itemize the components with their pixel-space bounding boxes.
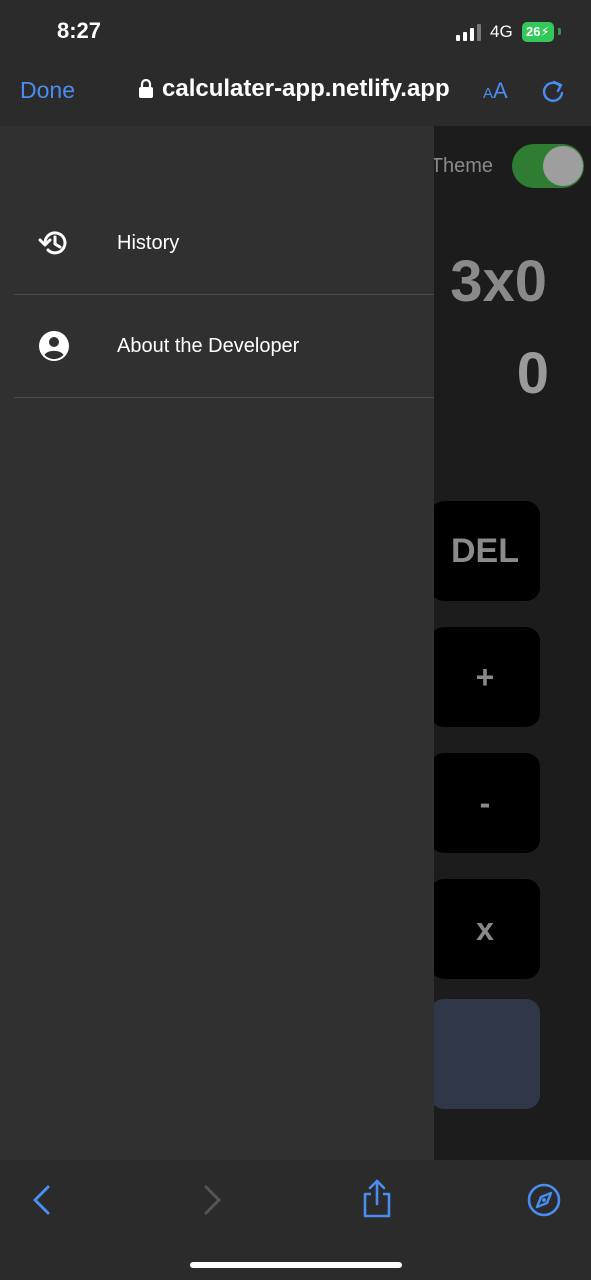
share-icon[interactable] [361,1178,393,1220]
theme-toggle-knob[interactable] [543,146,583,186]
address-bar[interactable]: calculater-app.netlify.app [138,75,450,103]
theme-label-text: Theme [430,155,494,177]
drawer-item-about-label: About the Developer [117,334,300,357]
signal-strength-icon [456,24,481,41]
text-size-small-a: A [483,85,494,102]
plus-key-label: + [475,658,495,695]
network-type: 4G [490,22,513,41]
text-size-button[interactable]: AA [483,78,508,104]
reload-icon[interactable] [540,78,566,104]
plus-key[interactable]: + [430,627,540,727]
battery-indicator: 26⚡ [522,22,554,42]
minus-key-label: - [479,784,491,821]
account-circle-icon [39,331,69,361]
drawer-item-history[interactable]: History [14,192,434,295]
back-icon[interactable] [30,1184,54,1216]
multiply-key-label: x [476,910,494,947]
delete-key-label: DEL [451,531,519,570]
calc-result: 0 [516,341,549,406]
lock-icon [139,79,153,98]
multiply-key[interactable]: x [430,879,540,979]
status-time: 8:27 [57,18,102,43]
done-button[interactable]: Done [20,77,75,104]
equals-key[interactable] [430,999,540,1109]
delete-key[interactable]: DEL [430,501,540,601]
forward-icon[interactable] [200,1184,224,1216]
battery-nub [558,28,561,35]
minus-key[interactable]: - [430,753,540,853]
drawer-item-about-developer[interactable]: About the Developer [14,295,434,398]
drawer-item-history-label: History [117,231,180,254]
battery-level: 26 [526,24,541,39]
home-indicator [190,1262,402,1268]
history-icon [38,231,67,255]
text-size-large-a: A [493,78,508,103]
url-text: calculater-app.netlify.app [162,75,450,102]
compass-icon[interactable] [527,1183,561,1217]
calc-expression: 3x0 [450,249,547,314]
